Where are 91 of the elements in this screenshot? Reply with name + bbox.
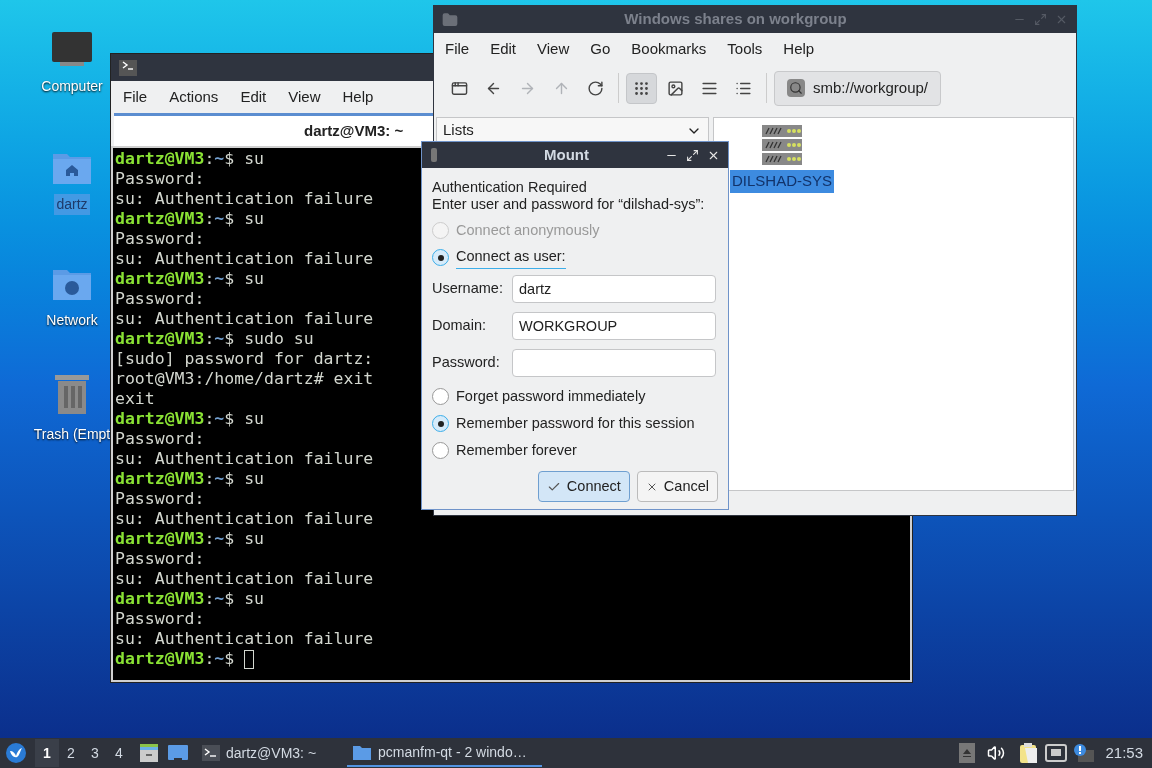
terminal-prompt-line: dartz@VM3:~$ su bbox=[115, 409, 265, 429]
new-window-icon bbox=[451, 79, 468, 97]
menu-item[interactable]: View bbox=[288, 85, 321, 109]
workspace-button[interactable]: 4 bbox=[107, 739, 131, 767]
text-field[interactable] bbox=[512, 349, 716, 377]
field-label: Username: bbox=[432, 279, 504, 299]
text-field[interactable]: WORKGROUP bbox=[512, 312, 716, 340]
menu-item[interactable]: Edit bbox=[490, 37, 517, 61]
menu-item[interactable]: Go bbox=[590, 37, 611, 61]
radio-label[interactable]: Connect as user: bbox=[456, 246, 566, 269]
menu-item[interactable]: View bbox=[537, 37, 570, 61]
bird-logo-icon[interactable] bbox=[5, 742, 27, 764]
desktop-icon[interactable] bbox=[167, 744, 189, 762]
window-title: Windows shares on workgroup bbox=[623, 9, 848, 30]
icon-view-icon bbox=[633, 79, 650, 97]
monitor-icon bbox=[50, 30, 94, 68]
terminal-prompt-line: dartz@VM3:~$ sudo su bbox=[115, 329, 314, 349]
terminal-prompt-line: dartz@VM3:~$ su bbox=[115, 149, 265, 169]
file-label[interactable]: DILSHAD-SYS bbox=[730, 170, 835, 193]
terminal-prompt-line: dartz@VM3:~$ su bbox=[115, 469, 265, 489]
radio-button[interactable] bbox=[432, 388, 449, 405]
dialog-prompt: Enter user and password for “dilshad-sys”: bbox=[432, 196, 706, 213]
radio-button[interactable] bbox=[432, 442, 449, 459]
terminal-output-line: su: Authentication failure bbox=[115, 629, 374, 649]
radio-button[interactable] bbox=[432, 415, 449, 432]
menu-item[interactable]: Tools bbox=[727, 37, 763, 61]
text-field[interactable]: dartz bbox=[512, 275, 716, 303]
task-button[interactable]: dartz@VM3: ~ bbox=[197, 739, 322, 767]
radio-label[interactable]: Remember password for this session bbox=[456, 412, 695, 435]
terminal-prompt-line: dartz@VM3:~$ su bbox=[115, 269, 265, 289]
desktop-icon-label[interactable]: Network bbox=[44, 310, 100, 331]
terminal-prompt-line: dartz@VM3:~$ bbox=[115, 649, 255, 669]
terminal-output-line: Password: bbox=[115, 489, 205, 509]
maximize-icon[interactable] bbox=[686, 148, 699, 162]
desktop-icon-label[interactable]: dartz bbox=[54, 194, 90, 215]
terminal-output-line: su: Authentication failure bbox=[115, 309, 374, 329]
picture-icon bbox=[667, 79, 684, 97]
reload-icon bbox=[587, 79, 604, 97]
folder-icon bbox=[442, 11, 458, 28]
menu-item[interactable]: Help bbox=[342, 85, 374, 109]
terminal-output-line: exit bbox=[115, 389, 155, 409]
dialog-title: Mount bbox=[543, 144, 590, 165]
radio-label[interactable]: Remember forever bbox=[456, 439, 577, 462]
terminal-prompt-line: dartz@VM3:~$ su bbox=[115, 209, 265, 229]
dialog-heading: Authentication Required bbox=[432, 179, 588, 196]
clock[interactable]: 21:53 bbox=[1105, 741, 1143, 765]
terminal-output-line: Password: bbox=[115, 549, 205, 569]
terminal-output-line: root@VM3:/home/dartz# exit bbox=[115, 369, 374, 389]
radio-label[interactable]: Forget password immediately bbox=[456, 385, 646, 408]
folder-icon bbox=[352, 743, 373, 761]
search-icon bbox=[787, 79, 805, 97]
task-button[interactable]: pcmanfm-qt - 2 windo… bbox=[347, 739, 543, 767]
terminal-output-line: Password: bbox=[115, 169, 205, 189]
menu-item[interactable]: Actions bbox=[169, 85, 219, 109]
file-cabinet-icon[interactable] bbox=[139, 743, 159, 763]
terminal-output-line: su: Authentication failure bbox=[115, 449, 374, 469]
menu-item[interactable]: Bookmarks bbox=[631, 37, 707, 61]
terminal-output-line: su: Authentication failure bbox=[115, 569, 374, 589]
clipboard-icon[interactable] bbox=[1019, 742, 1040, 764]
terminal-output-line: su: Authentication failure bbox=[115, 509, 374, 529]
server-icon[interactable] bbox=[761, 124, 803, 166]
terminal-output-line: Password: bbox=[115, 429, 205, 449]
trash-icon bbox=[53, 372, 91, 416]
notification-icon[interactable] bbox=[1073, 743, 1096, 763]
cancel-button[interactable]: Cancel bbox=[636, 471, 718, 502]
field-label: Password: bbox=[432, 353, 501, 373]
terminal-output-line: su: Authentication failure bbox=[115, 189, 374, 209]
desktop-icon-label[interactable]: Trash (Empt bbox=[31, 424, 113, 445]
terminal-prompt-line: dartz@VM3:~$ su bbox=[115, 589, 265, 609]
menu-item[interactable]: Help bbox=[783, 37, 815, 61]
menu-item[interactable]: File bbox=[445, 37, 470, 61]
field-label: Domain: bbox=[432, 316, 487, 336]
connect-button[interactable]: Connect bbox=[537, 471, 630, 502]
terminal-icon bbox=[202, 745, 220, 761]
eject-icon[interactable] bbox=[959, 743, 976, 763]
workspace-button[interactable]: 3 bbox=[83, 739, 107, 767]
menu-item[interactable]: File bbox=[123, 85, 148, 109]
radio-button[interactable] bbox=[432, 249, 449, 266]
menu-item[interactable]: Edit bbox=[240, 85, 267, 109]
terminal-icon bbox=[119, 59, 137, 76]
terminal-output-line: [sudo] password for dartz: bbox=[115, 349, 374, 369]
terminal-prompt-line: dartz@VM3:~$ su bbox=[115, 529, 265, 549]
terminal-output-line: Password: bbox=[115, 229, 205, 249]
terminal-output-line: Password: bbox=[115, 289, 205, 309]
workspace-button[interactable]: 1 bbox=[35, 739, 59, 767]
workspace-button[interactable]: 2 bbox=[59, 739, 83, 767]
speaker-icon[interactable] bbox=[987, 744, 1006, 762]
view-mode-button[interactable] bbox=[626, 72, 657, 104]
location-button[interactable]: smb://workgroup/ bbox=[774, 70, 942, 106]
terminal-output-line: su: Authentication failure bbox=[115, 249, 374, 269]
terminal-output-line: Password: bbox=[115, 609, 205, 629]
